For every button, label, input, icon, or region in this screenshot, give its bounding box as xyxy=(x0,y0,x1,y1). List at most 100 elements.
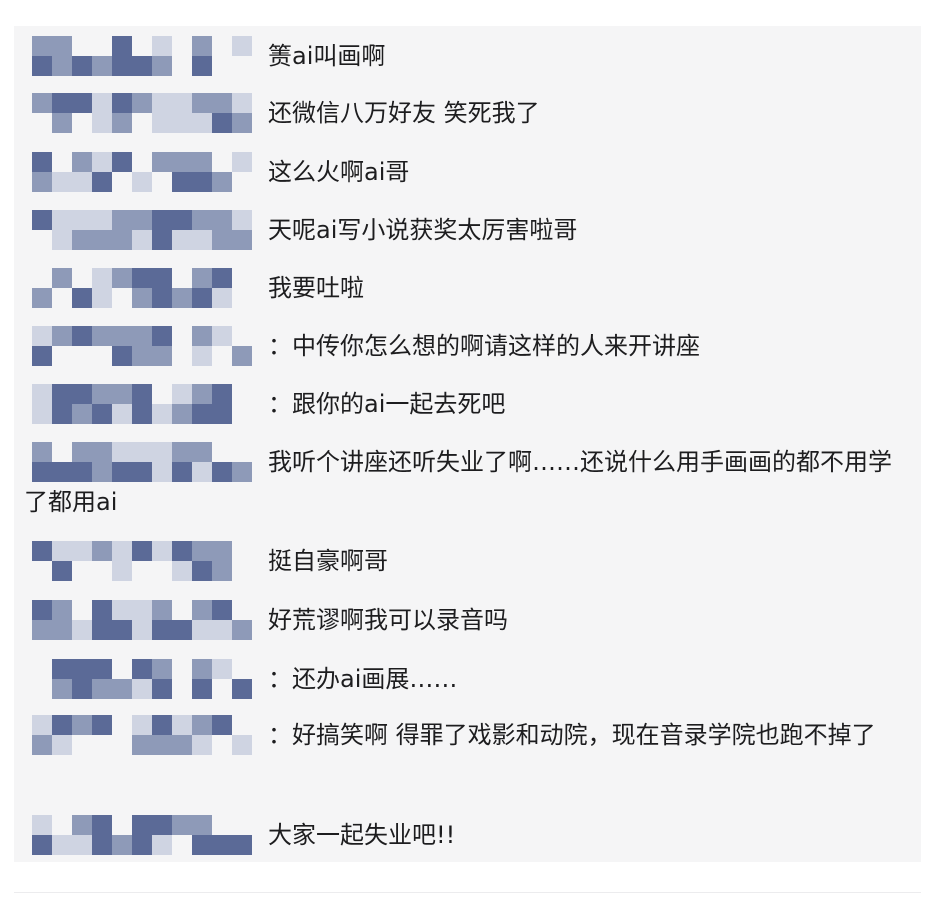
mosaic-pixel xyxy=(152,36,172,56)
mosaic-pixel xyxy=(212,113,232,133)
comment-row[interactable]: ：好搞笑啊 得罪了戏影和动院，现在音录学院也跑不掉了 xyxy=(24,715,904,755)
mosaic-pixel xyxy=(52,659,72,679)
mosaic-pixel xyxy=(132,346,152,366)
mosaic-pixel xyxy=(152,326,172,346)
mosaic-pixel xyxy=(92,93,112,113)
mosaic-pixel xyxy=(92,326,112,346)
mosaic-pixel xyxy=(92,172,112,192)
mosaic-pixel xyxy=(112,152,132,172)
mosaic-pixel xyxy=(212,210,232,230)
comment-row[interactable]: ：跟你的ai一起去死吧 xyxy=(24,384,904,424)
mosaic-pixel xyxy=(212,659,232,679)
mosaic-pixel xyxy=(212,620,232,640)
mosaic-pixel xyxy=(52,56,72,76)
commenter-name-redacted xyxy=(24,326,268,366)
mosaic-pixel xyxy=(152,288,172,308)
mosaic-pixel xyxy=(172,541,192,561)
mosaic-pixel xyxy=(192,442,212,462)
mosaic-pixel xyxy=(92,462,112,482)
mosaic-pixel xyxy=(72,620,92,640)
mosaic-pixel xyxy=(32,56,52,76)
mosaic-pixel xyxy=(132,462,152,482)
mosaic-pixel xyxy=(132,679,152,699)
mosaic-pixel xyxy=(32,326,52,346)
commenter-name-redacted xyxy=(24,815,268,855)
mosaic-pixel xyxy=(152,268,172,288)
mosaic-pixel xyxy=(152,152,172,172)
commenter-name-redacted xyxy=(24,93,268,133)
mosaic-pixel xyxy=(52,715,72,735)
mosaic-pixel xyxy=(152,659,172,679)
mosaic-pixel xyxy=(32,541,52,561)
mosaic-pixel xyxy=(172,210,192,230)
comment-row[interactable]: 好荒谬啊我可以录音吗 xyxy=(24,600,904,640)
mosaic-pixel xyxy=(72,541,92,561)
mosaic-pixel xyxy=(92,210,112,230)
mosaic-pixel xyxy=(192,56,212,76)
mosaic-pixel xyxy=(92,113,112,133)
commenter-name-redacted xyxy=(24,210,268,250)
mosaic-pixel xyxy=(132,541,152,561)
mosaic-pixel xyxy=(192,815,212,835)
comment-text: 还微信八万好友 笑死我了 xyxy=(268,99,540,127)
mosaic-pixel xyxy=(172,113,192,133)
mosaic-pixel xyxy=(52,600,72,620)
comment-row[interactable]: 天呢ai写小说获奖太厉害啦哥 xyxy=(24,210,904,250)
mosaic-pixel xyxy=(112,268,132,288)
mosaic-pixel xyxy=(92,288,112,308)
mosaic-pixel xyxy=(112,36,132,56)
mosaic-pixel xyxy=(72,326,92,346)
mosaic-pixel xyxy=(72,210,92,230)
mosaic-pixel xyxy=(172,462,192,482)
pixelated-name-icon xyxy=(32,93,252,133)
comment-row[interactable]: ：还办ai画展…… xyxy=(24,659,904,699)
mosaic-pixel xyxy=(212,230,232,250)
mosaic-pixel xyxy=(192,384,212,404)
mosaic-pixel xyxy=(132,288,152,308)
comment-row[interactable]: 大家一起失业吧!! xyxy=(24,815,904,855)
pixelated-name-icon xyxy=(32,715,252,755)
comment-row[interactable]: 还微信八万好友 笑死我了 xyxy=(24,93,904,133)
mosaic-pixel xyxy=(192,679,212,699)
mosaic-pixel xyxy=(132,600,152,620)
mosaic-pixel xyxy=(232,113,252,133)
pixelated-name-icon xyxy=(32,326,252,366)
mosaic-pixel xyxy=(152,679,172,699)
mosaic-pixel xyxy=(32,620,52,640)
mosaic-pixel xyxy=(112,56,132,76)
comment-text: 挺自豪啊哥 xyxy=(268,547,388,575)
comment-row[interactable]: 我要吐啦 xyxy=(24,268,904,308)
mosaic-pixel xyxy=(152,835,172,855)
mosaic-pixel xyxy=(112,462,132,482)
mosaic-pixel xyxy=(52,326,72,346)
commenter-name-redacted xyxy=(24,268,268,308)
mosaic-pixel xyxy=(152,462,172,482)
commenter-name-redacted xyxy=(24,541,268,581)
mosaic-pixel xyxy=(112,541,132,561)
mosaic-pixel xyxy=(132,815,152,835)
mosaic-pixel xyxy=(52,210,72,230)
comment-row[interactable]: 这么火啊ai哥 xyxy=(24,152,904,192)
mosaic-pixel xyxy=(92,56,112,76)
mosaic-pixel xyxy=(52,93,72,113)
comment-row[interactable]: ：中传你怎么想的啊请这样的人来开讲座 xyxy=(24,326,904,366)
comment-text: 天呢ai写小说获奖太厉害啦哥 xyxy=(268,216,578,244)
mosaic-pixel xyxy=(192,600,212,620)
mosaic-pixel xyxy=(32,735,52,755)
comment-row[interactable]: 挺自豪啊哥 xyxy=(24,541,904,581)
mosaic-pixel xyxy=(232,346,252,366)
comment-row[interactable]: 我听个讲座还听失业了啊……还说什么用手画画的都不用学了都用ai xyxy=(24,442,904,522)
mosaic-pixel xyxy=(212,93,232,113)
mosaic-pixel xyxy=(92,815,112,835)
mosaic-pixel xyxy=(192,210,212,230)
mosaic-pixel xyxy=(172,561,192,581)
comment-row[interactable]: 箦ai叫画啊 xyxy=(24,36,904,76)
comment-text: ：中传你怎么想的啊请这样的人来开讲座 xyxy=(268,332,700,360)
mosaic-pixel xyxy=(192,735,212,755)
mosaic-pixel xyxy=(192,462,212,482)
mosaic-pixel xyxy=(52,384,72,404)
mosaic-pixel xyxy=(72,835,92,855)
mosaic-pixel xyxy=(192,113,212,133)
mosaic-pixel xyxy=(92,442,112,462)
mosaic-pixel xyxy=(152,113,172,133)
